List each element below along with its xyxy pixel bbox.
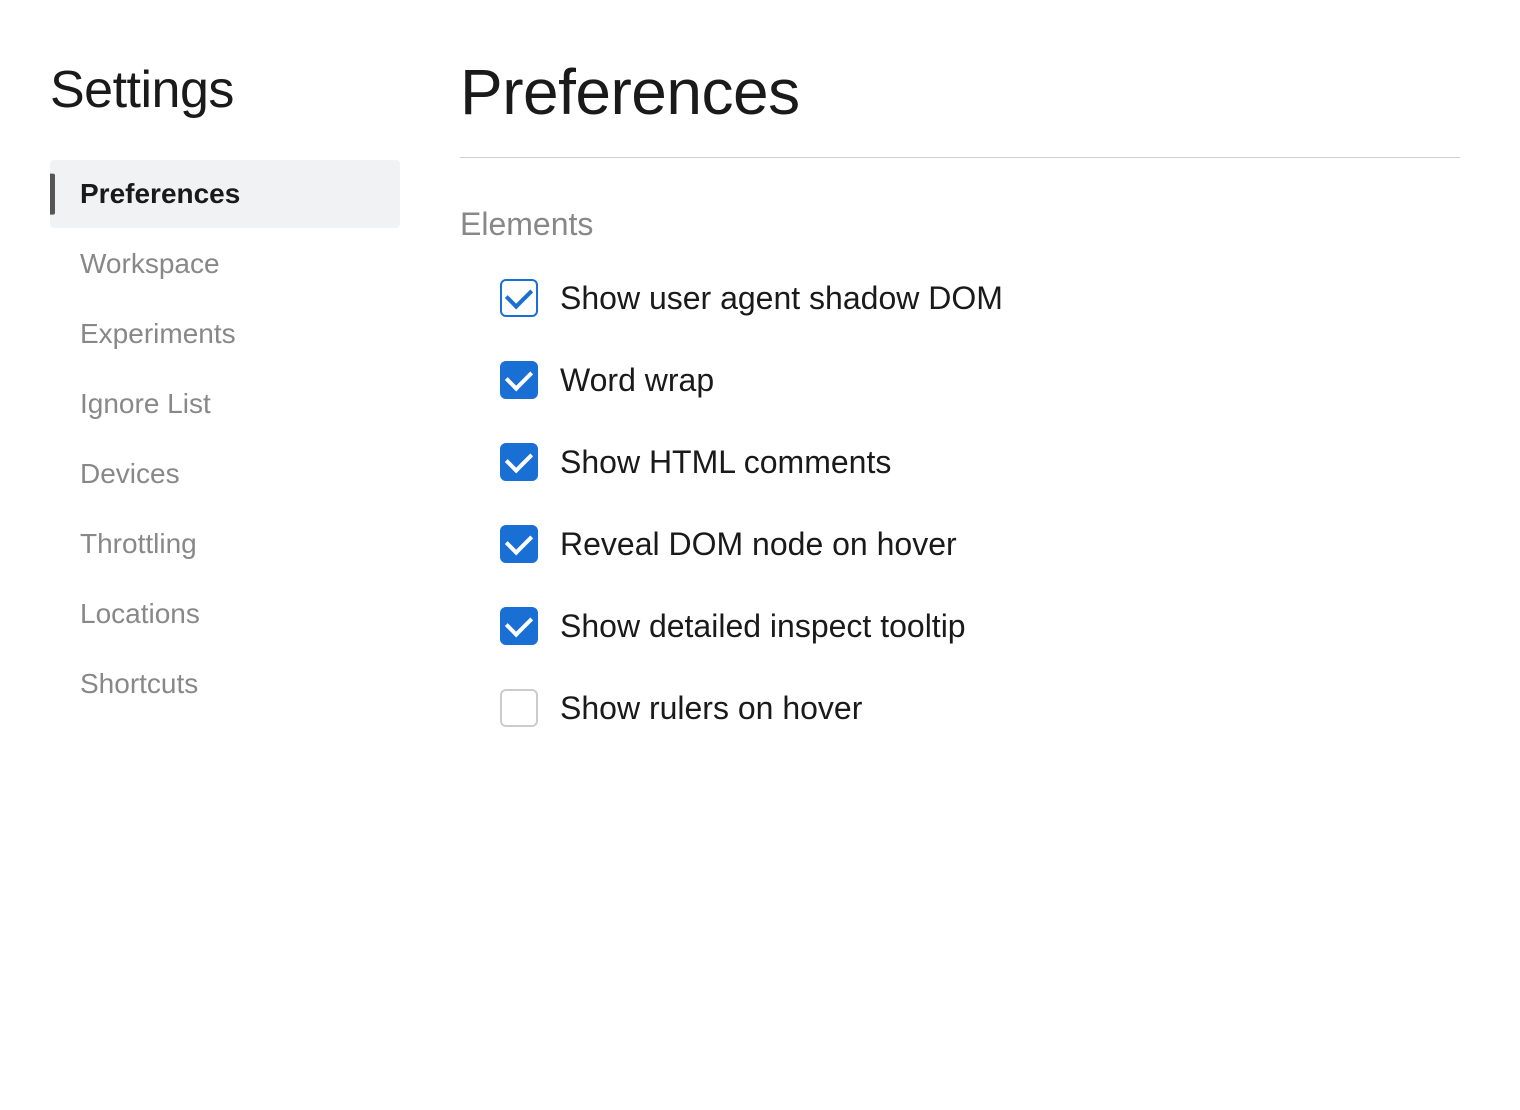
- checkbox-label-shadow-dom: Show user agent shadow DOM: [560, 280, 1003, 317]
- checkbox-item-shadow-dom: Show user agent shadow DOM: [500, 279, 1460, 317]
- checkbox-item-dom-hover: Reveal DOM node on hover: [500, 525, 1460, 563]
- section-divider: [460, 157, 1460, 158]
- sidebar-item-preferences[interactable]: Preferences: [50, 160, 400, 228]
- checkbox-item-rulers-hover: Show rulers on hover: [500, 689, 1460, 727]
- checkbox-label-dom-hover: Reveal DOM node on hover: [560, 526, 957, 563]
- sidebar-item-ignore-list[interactable]: Ignore List: [50, 370, 400, 438]
- checkbox-item-word-wrap: Word wrap: [500, 361, 1460, 399]
- sidebar-item-locations[interactable]: Locations: [50, 580, 400, 648]
- checkbox-word-wrap[interactable]: [500, 361, 538, 399]
- checkbox-label-html-comments: Show HTML comments: [560, 444, 891, 481]
- checkbox-item-inspect-tooltip: Show detailed inspect tooltip: [500, 607, 1460, 645]
- checkbox-shadow-dom[interactable]: [500, 279, 538, 317]
- sidebar-item-throttling[interactable]: Throttling: [50, 510, 400, 578]
- sidebar-item-shortcuts[interactable]: Shortcuts: [50, 650, 400, 718]
- checkbox-rulers-hover[interactable]: [500, 689, 538, 727]
- sidebar-navigation: PreferencesWorkspaceExperimentsIgnore Li…: [50, 160, 400, 718]
- sidebar-item-workspace[interactable]: Workspace: [50, 230, 400, 298]
- checkbox-dom-hover[interactable]: [500, 525, 538, 563]
- checkbox-item-html-comments: Show HTML comments: [500, 443, 1460, 481]
- sidebar-item-devices[interactable]: Devices: [50, 440, 400, 508]
- checkbox-html-comments[interactable]: [500, 443, 538, 481]
- checkbox-label-inspect-tooltip: Show detailed inspect tooltip: [560, 608, 966, 645]
- sidebar-item-experiments[interactable]: Experiments: [50, 300, 400, 368]
- sidebar: Settings PreferencesWorkspaceExperiments…: [0, 0, 400, 1110]
- checkbox-label-word-wrap: Word wrap: [560, 362, 714, 399]
- checkbox-label-rulers-hover: Show rulers on hover: [560, 690, 862, 727]
- main-content: Preferences Elements Show user agent sha…: [400, 0, 1520, 1110]
- elements-section-title: Elements: [460, 206, 1460, 243]
- checkbox-inspect-tooltip[interactable]: [500, 607, 538, 645]
- checkbox-list: Show user agent shadow DOM Word wrap Show …: [460, 279, 1460, 727]
- page-title: Preferences: [460, 55, 1460, 129]
- sidebar-title: Settings: [50, 60, 400, 120]
